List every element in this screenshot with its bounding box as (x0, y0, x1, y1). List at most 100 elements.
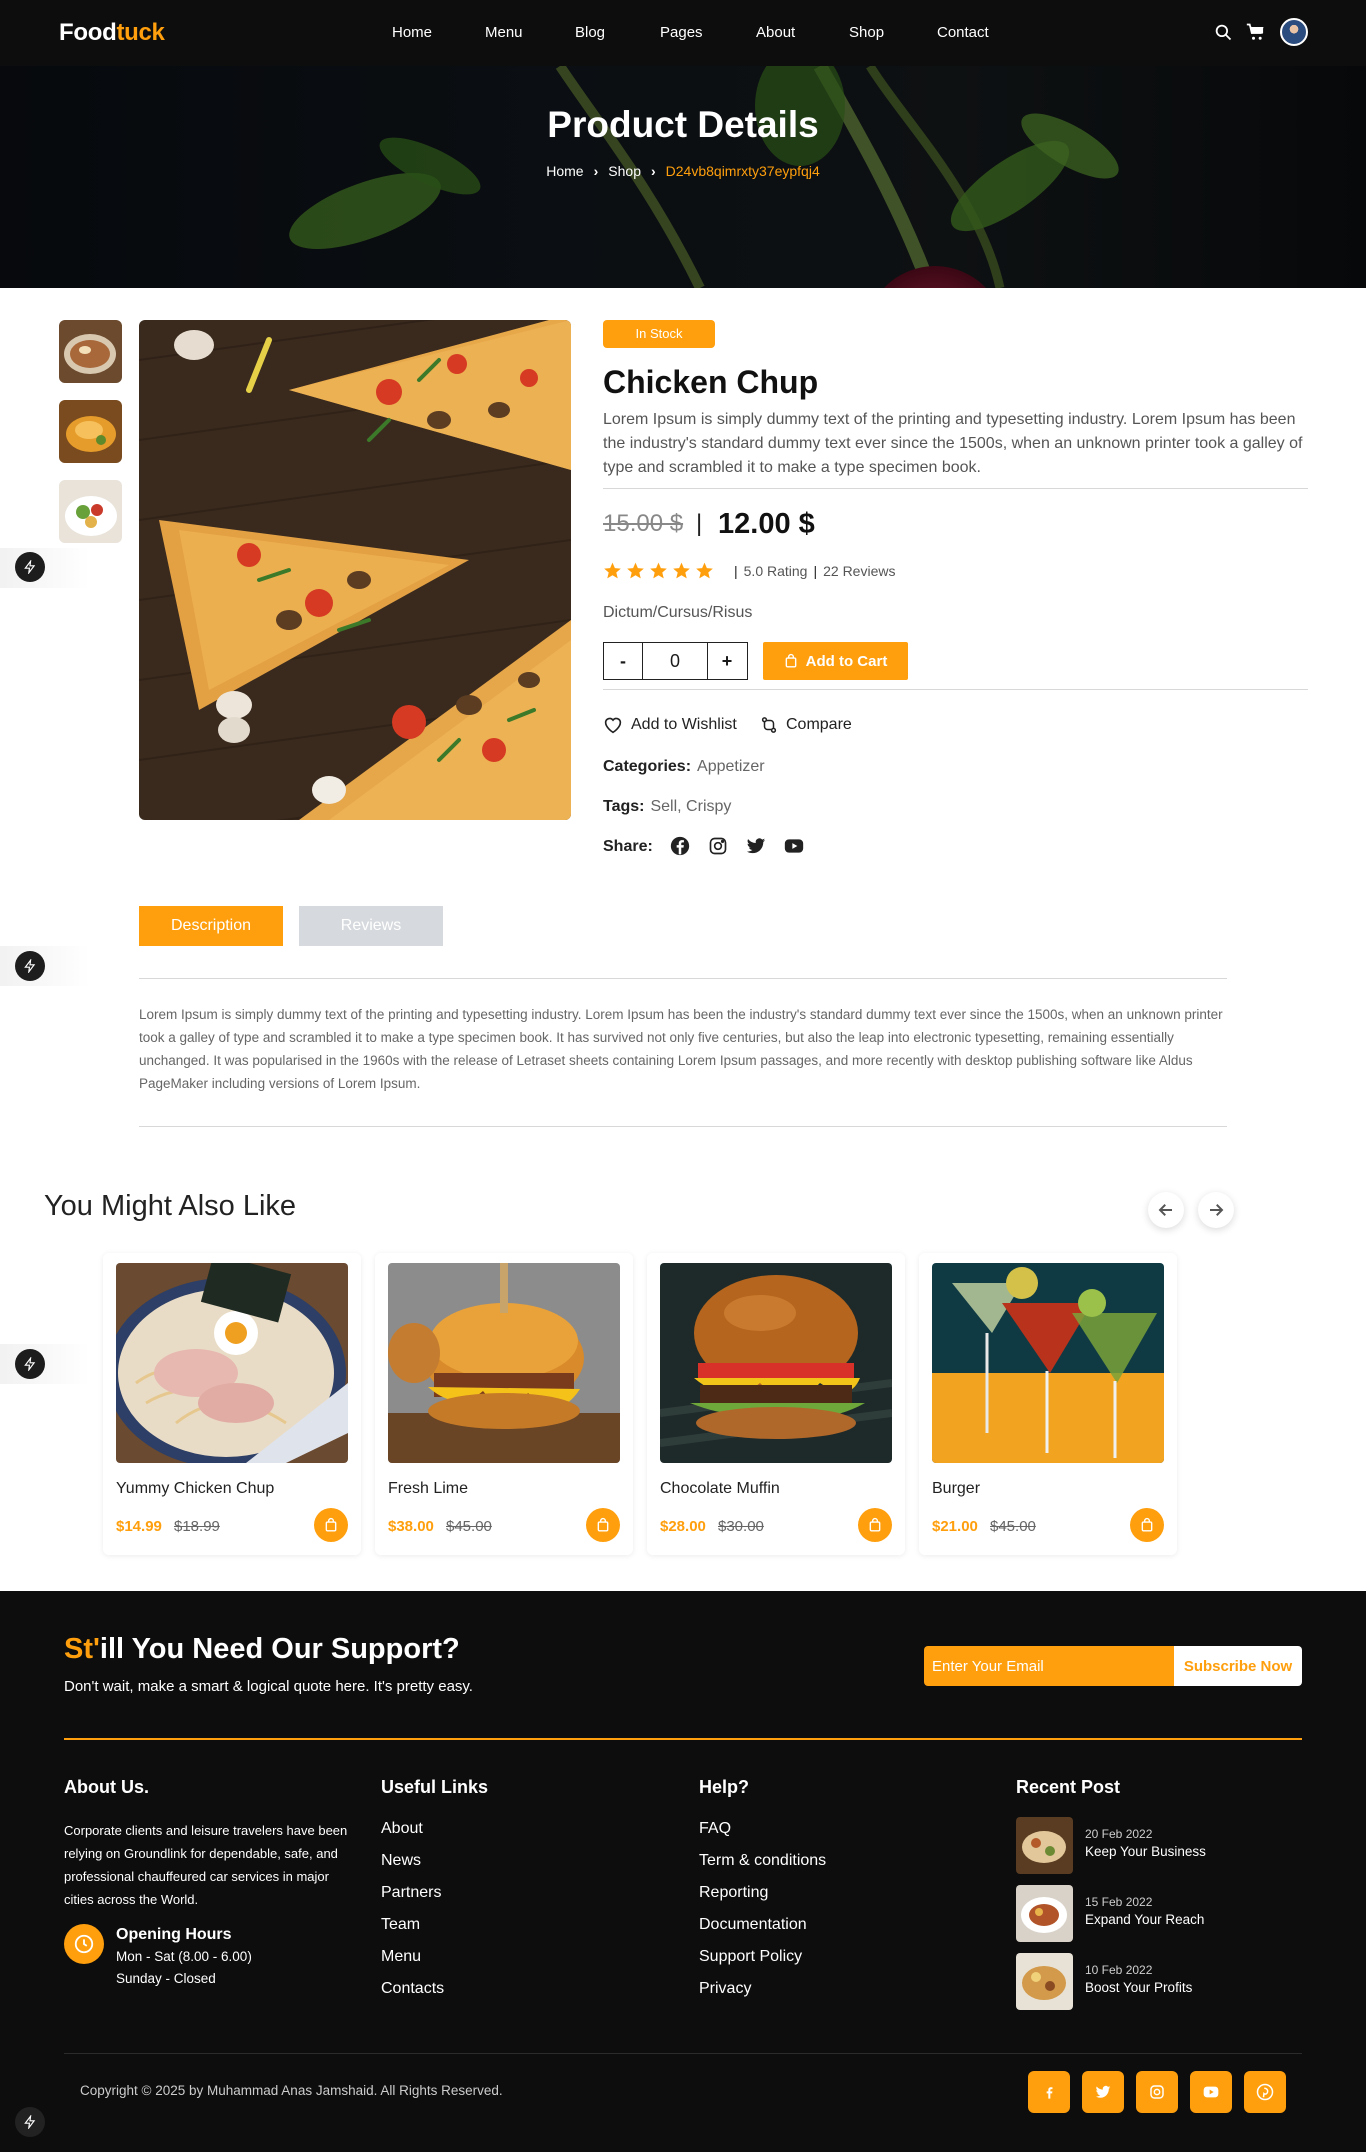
compare-button[interactable]: Compare (760, 716, 852, 734)
youtube-icon[interactable] (1190, 2071, 1232, 2113)
qty-increment-button[interactable]: + (708, 643, 746, 679)
nav-link-blog[interactable]: Blog (575, 24, 605, 41)
nav-link-about[interactable]: About (756, 24, 795, 41)
footer-link-documentation[interactable]: Documentation (699, 1916, 807, 1934)
product-card-old-price: $45.00 (990, 1518, 1036, 1535)
product-card-old-price: $30.00 (718, 1518, 764, 1535)
youtube-icon[interactable] (784, 836, 804, 861)
product-card-price: $28.00 (660, 1518, 706, 1535)
shopping-bag-icon (1141, 1517, 1153, 1532)
footer-link-privacy[interactable]: Privacy (699, 1980, 751, 1998)
breadcrumb-home[interactable]: Home (546, 163, 583, 179)
tab-reviews[interactable]: Reviews (299, 906, 443, 946)
footer-link-support-policy[interactable]: Support Policy (699, 1948, 802, 1966)
nav-link-menu[interactable]: Menu (485, 24, 523, 41)
divider (139, 1126, 1227, 1127)
carousel-next-button[interactable] (1198, 1192, 1234, 1228)
product-card[interactable]: Chocolate Muffin $28.00 $30.00 (647, 1253, 905, 1555)
support-title: St'ill You Need Our Support? (64, 1633, 460, 1665)
footer-link-faq[interactable]: FAQ (699, 1820, 731, 1838)
category-link[interactable]: Appetizer (697, 758, 765, 775)
pinterest-icon[interactable] (1244, 2071, 1286, 2113)
product-card-name[interactable]: Burger (932, 1480, 980, 1498)
facebook-icon[interactable] (670, 836, 690, 861)
newsletter-email-input[interactable] (924, 1646, 1174, 1686)
product-card-name[interactable]: Chocolate Muffin (660, 1480, 780, 1498)
footer-link-news[interactable]: News (381, 1852, 421, 1870)
opening-hours-title: Opening Hours (116, 1926, 232, 1943)
instagram-icon[interactable] (1136, 2071, 1178, 2113)
product-thumbnail[interactable] (59, 480, 122, 543)
quantity-stepper: - 0 + (603, 642, 748, 680)
footer-link-about[interactable]: About (381, 1820, 423, 1838)
about-text: Corporate clients and leisure travelers … (64, 1823, 348, 1907)
nav-link-home[interactable]: Home (392, 24, 432, 41)
product-card-image (116, 1263, 348, 1463)
floating-bolt-button[interactable] (15, 552, 45, 582)
tags-value[interactable]: Sell, Crispy (650, 798, 731, 815)
add-to-cart-button[interactable]: Add to Cart (763, 642, 908, 680)
footer-link-team[interactable]: Team (381, 1916, 420, 1934)
avatar[interactable] (1280, 18, 1308, 46)
recent-post-image[interactable] (1016, 1885, 1073, 1942)
add-to-cart-button[interactable] (858, 1508, 892, 1542)
instagram-icon[interactable] (708, 836, 728, 861)
nav-link-pages[interactable]: Pages (660, 24, 703, 41)
rating-summary: | 5.0 Rating | 22 Reviews (734, 563, 896, 579)
product-card-image (388, 1263, 620, 1463)
nav-link-contact[interactable]: Contact (937, 24, 989, 41)
subscribe-button[interactable]: Subscribe Now (1174, 1646, 1302, 1686)
floating-shadow (0, 548, 90, 588)
product-card[interactable]: Burger $21.00 $45.00 (919, 1253, 1177, 1555)
nav-link-shop[interactable]: Shop (849, 24, 884, 41)
product-card-name[interactable]: Yummy Chicken Chup (116, 1480, 274, 1498)
tab-description[interactable]: Description (139, 906, 283, 946)
support-subtitle: Don't wait, make a smart & logical quote… (64, 1678, 473, 1695)
product-thumbnail[interactable] (59, 320, 122, 383)
footer-link-terms[interactable]: Term & conditions (699, 1852, 826, 1870)
breadcrumb-shop[interactable]: Shop (608, 163, 641, 179)
recent-post-image[interactable] (1016, 1817, 1073, 1874)
floating-bolt-button[interactable] (15, 951, 45, 981)
product-thumbnail[interactable] (59, 400, 122, 463)
add-to-cart-button[interactable] (314, 1508, 348, 1542)
logo[interactable]: Foodtuck (59, 19, 165, 47)
footer-link-reporting[interactable]: Reporting (699, 1884, 768, 1902)
recent-post-link[interactable]: Keep Your Business (1085, 1844, 1206, 1859)
arrow-left-icon (1158, 1204, 1172, 1216)
footer-link-contacts[interactable]: Contacts (381, 1980, 444, 1998)
qty-value[interactable]: 0 (642, 643, 708, 679)
floating-bolt-button[interactable] (15, 2107, 45, 2137)
tags-label: Tags: (603, 798, 645, 815)
divider (139, 978, 1227, 979)
useful-links-title: Useful Links (381, 1777, 489, 1797)
page-title: Product Details (547, 104, 819, 145)
add-to-cart-button[interactable] (1130, 1508, 1164, 1542)
recent-post-link[interactable]: Expand Your Reach (1085, 1912, 1204, 1927)
tags-row: Tags: Sell, Crispy (603, 798, 731, 816)
recent-post-image[interactable] (1016, 1953, 1073, 2010)
recent-post-link[interactable]: Boost Your Profits (1085, 1980, 1192, 1995)
rating-text: 5.0 Rating (743, 563, 808, 579)
navbar: Foodtuck Home Menu Blog Pages About Shop… (0, 0, 1366, 66)
chevron-right-icon: › (650, 163, 656, 179)
footer-link-menu[interactable]: Menu (381, 1948, 421, 1966)
heart-icon (604, 717, 622, 734)
add-to-cart-button[interactable] (586, 1508, 620, 1542)
twitter-icon[interactable] (1082, 2071, 1124, 2113)
search-icon[interactable] (1214, 23, 1232, 41)
twitter-icon[interactable] (746, 836, 766, 861)
carousel-prev-button[interactable] (1148, 1192, 1184, 1228)
product-card[interactable]: Fresh Lime $38.00 $45.00 (375, 1253, 633, 1555)
floating-bolt-button[interactable] (15, 1349, 45, 1379)
footer: St'ill You Need Our Support? Don't wait,… (0, 1591, 1366, 2152)
qty-decrement-button[interactable]: - (604, 643, 642, 679)
footer-link-partners[interactable]: Partners (381, 1884, 441, 1902)
cart-icon[interactable] (1246, 22, 1266, 42)
product-card[interactable]: Yummy Chicken Chup $14.99 $18.99 (103, 1253, 361, 1555)
facebook-icon[interactable] (1028, 2071, 1070, 2113)
product-name: Chicken Chup (603, 364, 819, 400)
add-to-wishlist-button[interactable]: Add to Wishlist (603, 716, 737, 734)
product-card-name[interactable]: Fresh Lime (388, 1480, 468, 1498)
rating-stars (603, 561, 714, 580)
